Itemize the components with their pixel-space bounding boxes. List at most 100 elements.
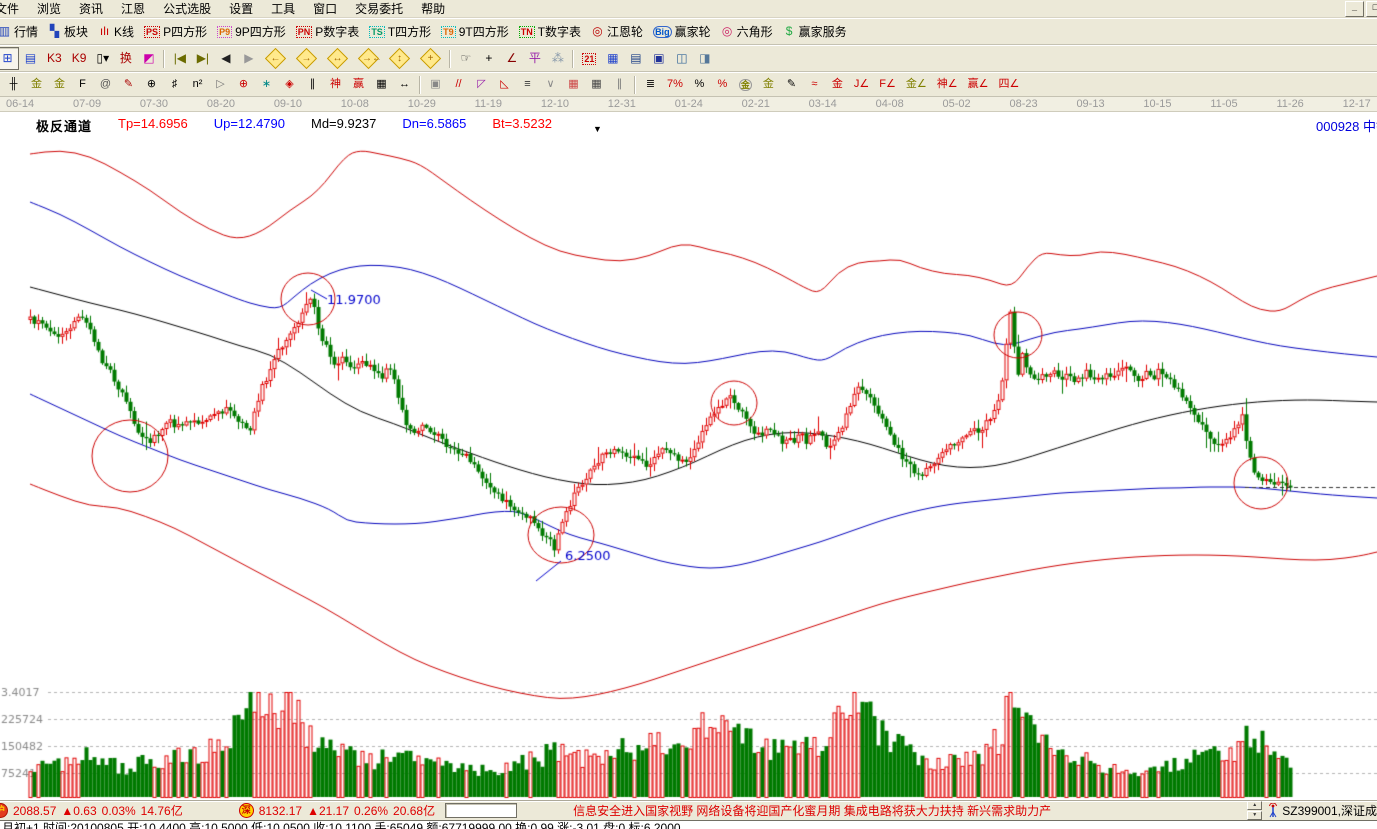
ladder-scale-button[interactable]: ≣ xyxy=(639,73,662,96)
first-bar-button[interactable]: |◀ xyxy=(168,47,191,70)
gann-wheel-button[interactable]: ◎江恩轮 xyxy=(586,20,648,43)
kline-3-button[interactable]: K3 xyxy=(42,47,67,70)
t-square-button[interactable]: TST四方形 xyxy=(364,20,436,43)
9p-square-button[interactable]: P99P四方形 xyxy=(212,20,291,43)
time-grid-button[interactable]: ╫ xyxy=(2,73,25,96)
calculator-button[interactable]: ▦ xyxy=(601,47,624,70)
period-select-button[interactable]: ▯▾ xyxy=(91,47,114,70)
menu-item-1[interactable]: 浏览 xyxy=(28,0,70,18)
grid-dark-button[interactable]: ▦ xyxy=(585,73,608,96)
shenzhen-index-quote[interactable]: 深 8132.17 ▲21.17 0.26% 20.68亿 xyxy=(239,802,435,819)
workstation-button[interactable]: ◨ xyxy=(693,47,716,70)
kline-button[interactable]: ılıK线 xyxy=(93,20,139,43)
menu-item-6[interactable]: 工具 xyxy=(262,0,304,18)
zoom-out-h-button[interactable]: ↔ xyxy=(322,47,353,70)
zoom-out-v-button[interactable]: ↕ xyxy=(384,47,415,70)
market-overview-button[interactable]: ⊞ xyxy=(0,47,19,70)
pct-line-button[interactable]: % xyxy=(711,73,734,96)
menu-item-5[interactable]: 设置 xyxy=(220,0,262,18)
star-wheel-button[interactable]: ∗ xyxy=(255,73,278,96)
kline-9-button[interactable]: K9 xyxy=(67,47,92,70)
spinner-up-button[interactable]: ▲ xyxy=(1247,801,1262,810)
ink-pen-button[interactable]: ✎ xyxy=(780,73,803,96)
minimize-button[interactable]: _ xyxy=(1345,1,1364,17)
p-number-table-button[interactable]: PNP数字表 xyxy=(291,20,365,43)
quote-entry-input[interactable] xyxy=(445,803,517,818)
fan-lines-button[interactable]: // xyxy=(447,73,470,96)
brush-button[interactable]: ✎ xyxy=(117,73,140,96)
span-arrows-button[interactable]: ↔ xyxy=(393,73,416,96)
pattern-cloud-button[interactable]: ⁂ xyxy=(546,47,569,70)
shen-angle-button[interactable]: 神∠ xyxy=(932,73,963,96)
last-bar-button[interactable]: ▶| xyxy=(191,47,214,70)
exchange-button[interactable]: 换 xyxy=(114,47,137,70)
calendar-button[interactable]: 21 xyxy=(577,47,601,70)
indicator-dropdown-icon[interactable]: ▼ xyxy=(593,124,602,134)
drag-hand-button[interactable]: ☞ xyxy=(454,47,477,70)
price-volume-canvas[interactable] xyxy=(0,112,1377,800)
spiral-button[interactable]: @ xyxy=(94,73,117,96)
menu-item-2[interactable]: 资讯 xyxy=(70,0,112,18)
fan-grid-button[interactable]: ◺ xyxy=(493,73,516,96)
t-number-table-button[interactable]: TNT数字表 xyxy=(514,20,586,43)
dense-grid-button[interactable]: ▦ xyxy=(370,73,393,96)
hash-ruler-button[interactable]: ♯ xyxy=(163,73,186,96)
gold-circle-button[interactable]: 金 xyxy=(734,73,757,96)
quote-mark-button[interactable]: ∥ xyxy=(301,73,324,96)
notes-button[interactable]: ▤ xyxy=(624,47,647,70)
f-ruler-button[interactable]: F xyxy=(71,73,94,96)
color-sort-button[interactable]: ◩ xyxy=(137,47,160,70)
ying-tool-button[interactable]: 赢 xyxy=(347,73,370,96)
circle-cross-button[interactable]: ⊕ xyxy=(232,73,255,96)
grid-red-button[interactable]: ▦ xyxy=(562,73,585,96)
maximize-button[interactable]: □ xyxy=(1366,1,1377,17)
next-bar-button[interactable]: ▶ xyxy=(237,47,260,70)
wave-band-button[interactable]: ≈ xyxy=(803,73,826,96)
spinner-down-button[interactable]: ▼ xyxy=(1247,811,1262,820)
crosshair-button[interactable]: + xyxy=(477,47,500,70)
network-button[interactable]: ◫ xyxy=(670,47,693,70)
gold-gate-1-button[interactable]: 金 xyxy=(25,73,48,96)
wave-v-button[interactable]: ∨ xyxy=(539,73,562,96)
menu-item-7[interactable]: 窗口 xyxy=(304,0,346,18)
shanghai-index-quote[interactable]: 沪 2088.57 ▲0.63 0.03% 14.76亿 xyxy=(0,802,183,819)
hexagon-button[interactable]: ◎六角形 xyxy=(716,20,778,43)
gold-gate-2-button[interactable]: 金 xyxy=(48,73,71,96)
gann-shape-button[interactable]: 平 xyxy=(523,47,546,70)
cycle-ruler-button[interactable]: ⊕ xyxy=(140,73,163,96)
j-angle-button[interactable]: J∠ xyxy=(849,73,874,96)
angle-measure-button[interactable]: ∠ xyxy=(500,47,523,70)
prev-bar-button[interactable]: ◀ xyxy=(214,47,237,70)
f-angle-button[interactable]: F∠ xyxy=(874,73,901,96)
square-wheel-button[interactable]: ◈ xyxy=(278,73,301,96)
mirror-button[interactable]: ▷ xyxy=(209,73,232,96)
parallel-lines-button[interactable]: ∥ xyxy=(608,73,631,96)
gold-angle-button[interactable]: 金∠ xyxy=(901,73,932,96)
ying-angle-button[interactable]: 赢∠ xyxy=(963,73,994,96)
zoom-all-button[interactable]: + xyxy=(415,47,446,70)
pct-7-button[interactable]: 7% xyxy=(662,73,688,96)
menu-item-9[interactable]: 帮助 xyxy=(412,0,454,18)
gold-red-button[interactable]: 金 xyxy=(826,73,849,96)
news-marquee[interactable]: 信息安全进入国家视野 网络设备将迎国产化蜜月期 集成电路将获大力扶持 新兴需求助… xyxy=(517,802,1245,819)
fan-box-button[interactable]: ◸ xyxy=(470,73,493,96)
9t-square-button[interactable]: T99T四方形 xyxy=(436,20,514,43)
pct-button[interactable]: % xyxy=(688,73,711,96)
winner-wheel-button[interactable]: Big赢家轮 xyxy=(648,20,716,43)
pencil-lines-button[interactable]: ≡ xyxy=(516,73,539,96)
menu-item-4[interactable]: 公式选股 xyxy=(154,0,220,18)
box-rule-button[interactable]: ▣ xyxy=(424,73,447,96)
menu-item-8[interactable]: 交易委托 xyxy=(346,0,412,18)
p-square-button[interactable]: PSP四方形 xyxy=(139,20,212,43)
shen-tool-button[interactable]: 神 xyxy=(324,73,347,96)
save-button[interactable]: ▣ xyxy=(647,47,670,70)
pan-left-button[interactable]: ← xyxy=(260,47,291,70)
gold-line-button[interactable]: 金 xyxy=(757,73,780,96)
winner-service-button[interactable]: $赢家服务 xyxy=(778,20,852,43)
report-button[interactable]: ▤ xyxy=(19,47,42,70)
n-square-button[interactable]: n² xyxy=(186,73,209,96)
zoom-in-h-button[interactable]: →← xyxy=(353,47,384,70)
menu-item-3[interactable]: 江恩 xyxy=(112,0,154,18)
pan-right-button[interactable]: → xyxy=(291,47,322,70)
si-angle-button[interactable]: 四∠ xyxy=(994,73,1025,96)
